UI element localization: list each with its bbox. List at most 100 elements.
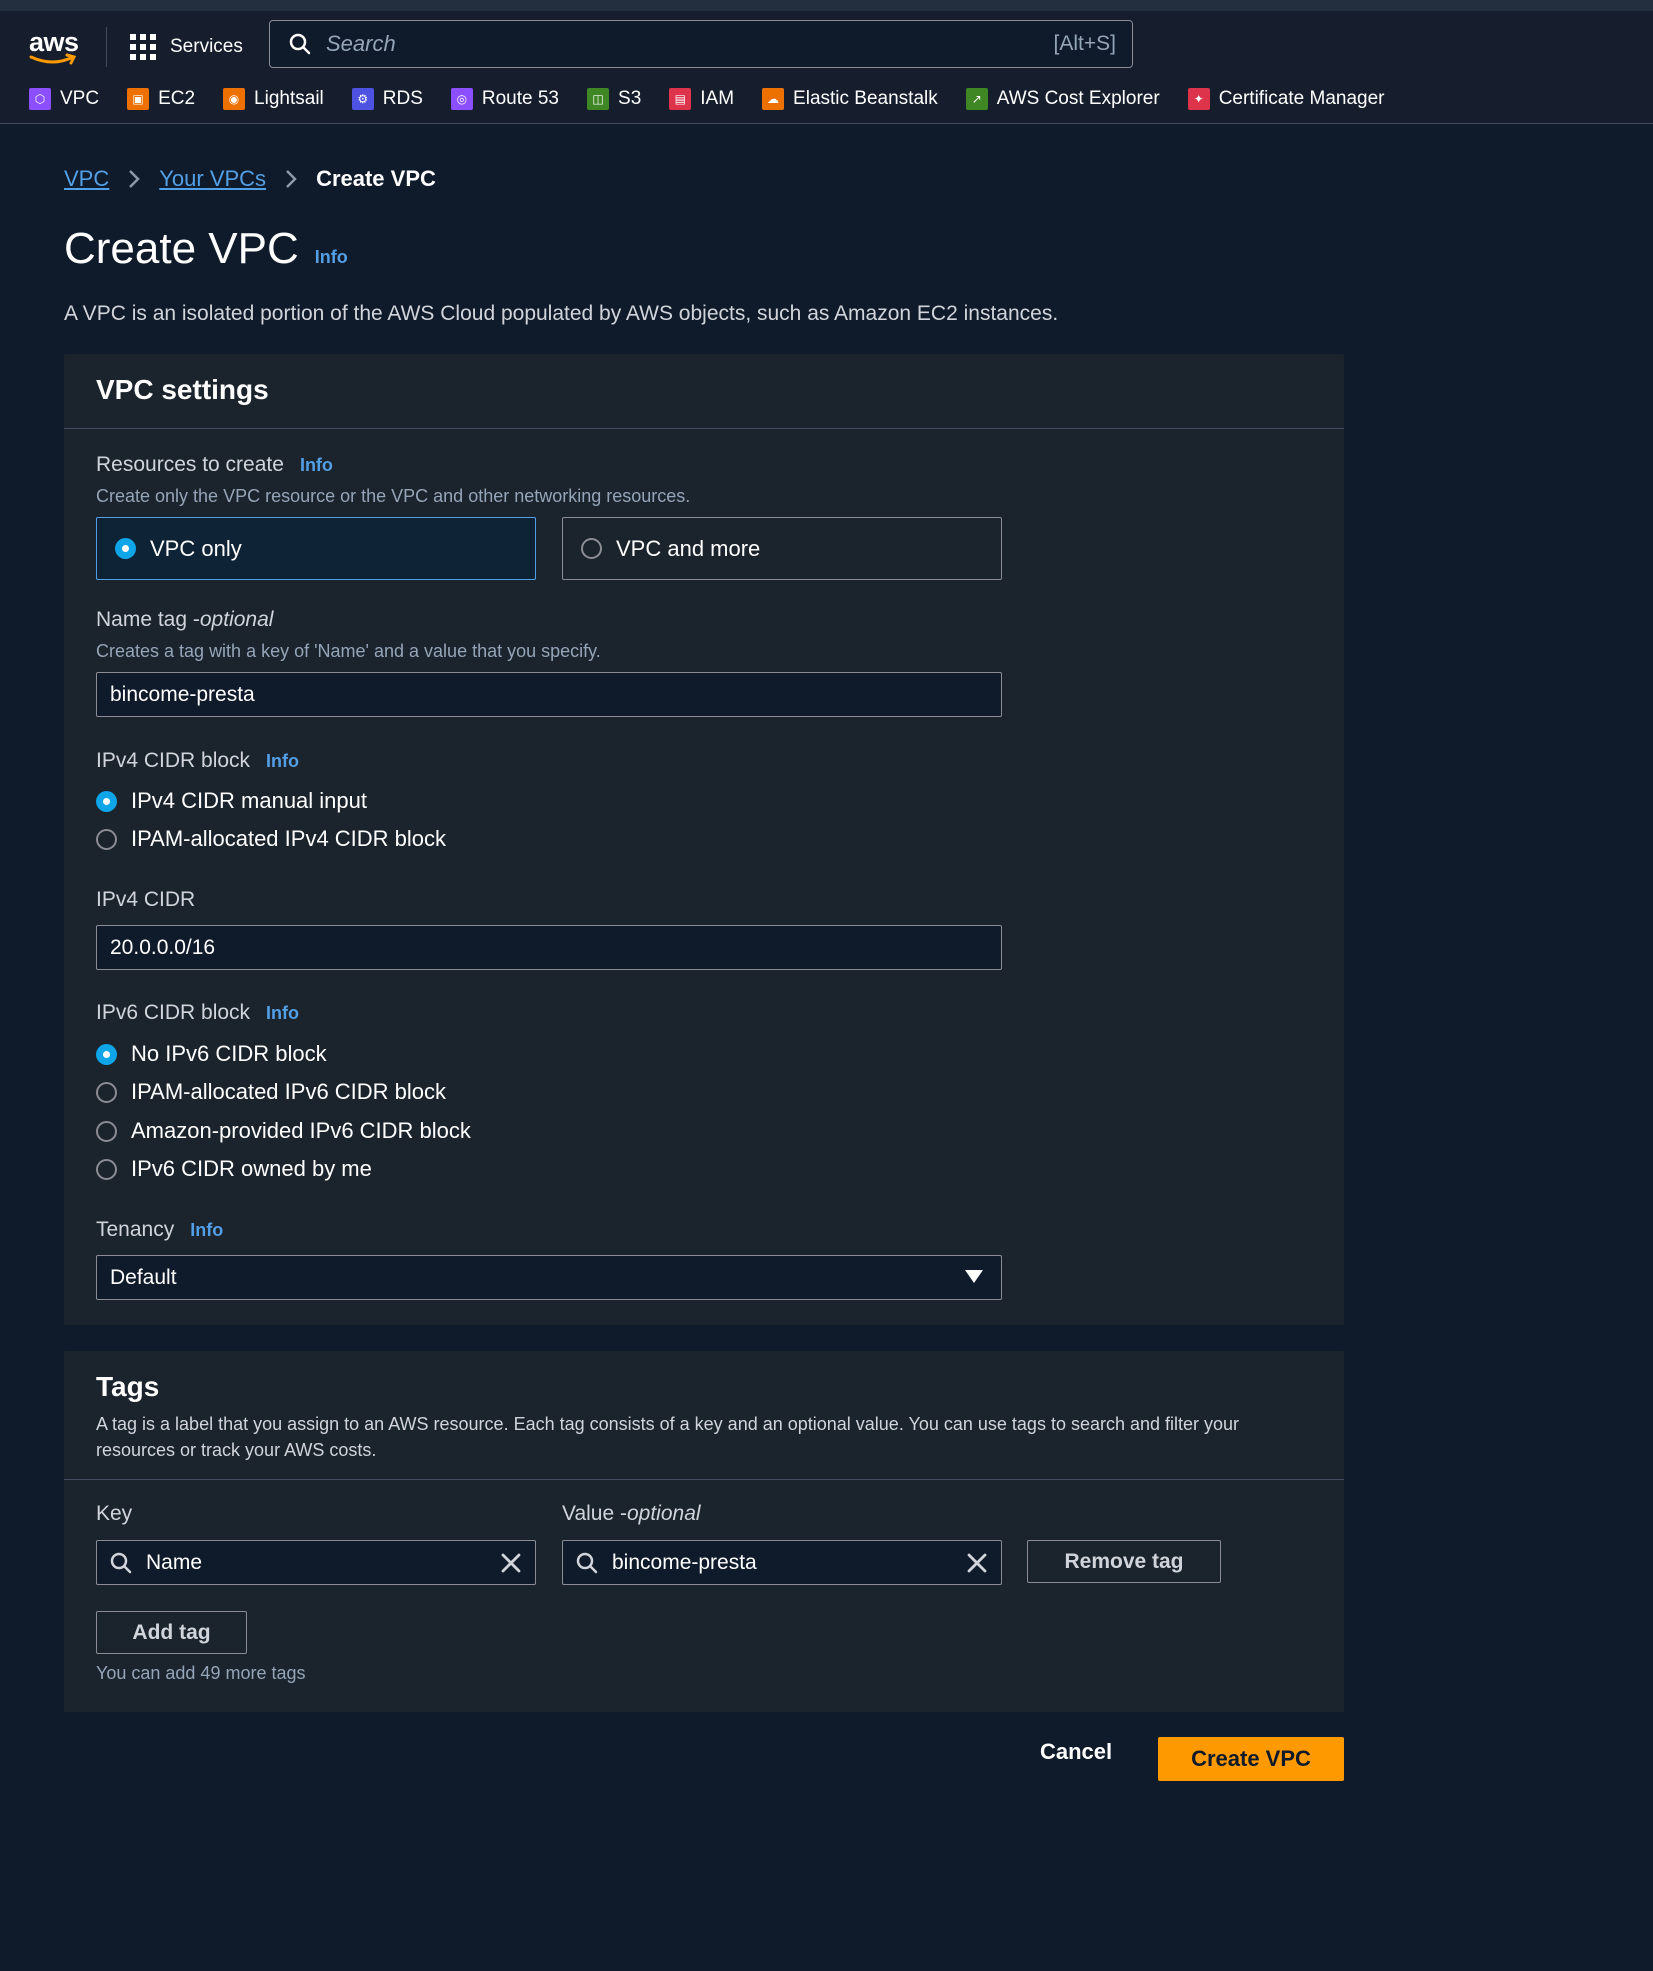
chevron-right-icon xyxy=(129,170,141,188)
ec2-icon: ▣ xyxy=(127,88,150,110)
s3-icon: ◫ xyxy=(587,88,610,110)
radio-selected-icon xyxy=(96,790,117,812)
create-vpc-button[interactable]: Create VPC xyxy=(1158,1737,1344,1781)
route53-icon: ◎ xyxy=(450,88,473,110)
aws-console-header: aws Services Search [Alt+S] ⬡ VPC ▣ EC2 ◉ L… xyxy=(0,11,1653,124)
tag-key-input[interactable]: Name xyxy=(96,1540,536,1585)
ipv6-block-info-link[interactable]: Info xyxy=(266,1003,299,1024)
ipv6-option-owned-by-me[interactable]: IPv6 CIDR owned by me xyxy=(96,1156,372,1182)
name-tag-description: Creates a tag with a key of 'Name' and a… xyxy=(96,641,601,661)
breadcrumb-vpc-link[interactable]: VPC xyxy=(64,166,109,192)
ipv4-option-ipam[interactable]: IPAM-allocated IPv4 CIDR block xyxy=(96,826,446,852)
name-tag-label: Name tag - optional xyxy=(96,608,274,631)
tags-header: Tags A tag is a label that you assign to… xyxy=(64,1351,1344,1480)
radio-selected-icon xyxy=(115,538,136,559)
ipv4-block-info-link[interactable]: Info xyxy=(266,751,299,772)
favorite-certificate-manager[interactable]: ✦ Certificate Manager xyxy=(1187,88,1384,110)
ipv6-option-none[interactable]: No IPv6 CIDR block xyxy=(96,1041,327,1067)
ipv4-cidr-value: 20.0.0.0/16 xyxy=(110,935,216,959)
tag-value-label: Value - optional xyxy=(562,1502,701,1525)
radio-unselected-icon xyxy=(96,828,117,850)
vpc-settings-header: VPC settings xyxy=(64,354,1344,429)
add-tag-button[interactable]: Add tag xyxy=(96,1611,247,1654)
tenancy-value: Default xyxy=(110,1265,177,1289)
ipv4-block-label: IPv4 CIDR block Info xyxy=(96,749,300,772)
certificate-manager-icon: ✦ xyxy=(1187,88,1210,110)
chevron-right-icon xyxy=(286,170,297,188)
favorite-elastic-beanstalk[interactable]: ☁ Elastic Beanstalk xyxy=(762,88,938,110)
clear-key-icon[interactable] xyxy=(499,1551,523,1575)
vpc-settings-title: VPC settings xyxy=(96,374,269,405)
radio-unselected-icon xyxy=(96,1081,117,1103)
breadcrumb: VPC Your VPCs Create VPC xyxy=(64,166,436,192)
resources-label: Resources to create Info xyxy=(96,453,333,476)
resource-option-vpc-only[interactable]: VPC only xyxy=(96,517,536,580)
favorite-ec2[interactable]: ▣ EC2 xyxy=(127,88,195,110)
favorite-iam[interactable]: ▤ IAM xyxy=(669,88,734,110)
ipv4-cidr-label: IPv4 CIDR xyxy=(96,888,196,911)
search-input[interactable]: Search [Alt+S] xyxy=(269,20,1133,68)
favorite-rds[interactable]: ⚙ RDS xyxy=(351,88,423,110)
clear-value-icon[interactable] xyxy=(965,1551,989,1575)
caret-down-icon xyxy=(965,1270,983,1283)
services-menu-button[interactable]: Services xyxy=(130,29,243,65)
iam-icon: ▤ xyxy=(669,88,692,110)
ipv6-block-label: IPv6 CIDR block Info xyxy=(96,1001,300,1024)
tags-description: A tag is a label that you assign to an A… xyxy=(96,1414,1240,1460)
breadcrumb-current: Create VPC xyxy=(316,166,436,191)
cancel-button[interactable]: Cancel xyxy=(1040,1739,1112,1765)
aws-logo[interactable]: aws xyxy=(29,27,79,67)
resource-option-vpc-and-more[interactable]: VPC and more xyxy=(562,517,1002,580)
favorite-cost-explorer[interactable]: ↗ AWS Cost Explorer xyxy=(965,88,1160,110)
window-top-strip xyxy=(0,0,1653,11)
page-description: A VPC is an isolated portion of the AWS … xyxy=(64,302,1059,325)
search-shortcut: [Alt+S] xyxy=(1053,32,1116,55)
vpc-settings-panel: VPC settings Resources to create Info Cr… xyxy=(64,354,1344,1325)
tag-value-input[interactable]: bincome-presta xyxy=(562,1540,1002,1585)
lightsail-icon: ◉ xyxy=(223,88,246,110)
vpc-icon: ⬡ xyxy=(29,88,51,110)
aws-smile-icon xyxy=(29,53,77,65)
remove-tag-button[interactable]: Remove tag xyxy=(1027,1540,1221,1583)
ipv4-option-manual[interactable]: IPv4 CIDR manual input xyxy=(96,788,367,814)
radio-selected-icon xyxy=(96,1043,117,1065)
search-placeholder: Search xyxy=(326,31,396,56)
radio-unselected-icon xyxy=(96,1158,117,1180)
search-icon xyxy=(110,1552,132,1573)
tags-panel: Tags A tag is a label that you assign to… xyxy=(64,1351,1344,1712)
cost-explorer-icon: ↗ xyxy=(965,88,988,110)
page-header: Create VPC Info xyxy=(64,224,348,274)
nav-divider xyxy=(106,27,107,67)
favorite-vpc[interactable]: ⬡ VPC xyxy=(29,88,99,110)
tenancy-label: Tenancy Info xyxy=(96,1218,224,1241)
services-label: Services xyxy=(170,36,243,57)
breadcrumb-your-vpcs-link[interactable]: Your VPCs xyxy=(159,166,266,192)
search-icon xyxy=(576,1552,598,1573)
tag-key-value: Name xyxy=(146,1550,203,1574)
favorite-lightsail[interactable]: ◉ Lightsail xyxy=(223,88,324,110)
page-title: Create VPC xyxy=(64,224,299,273)
tags-remaining-hint: You can add 49 more tags xyxy=(96,1663,306,1683)
search-icon xyxy=(289,33,311,55)
ipv6-option-amazon-provided[interactable]: Amazon-provided IPv6 CIDR block xyxy=(96,1118,471,1144)
favorite-s3[interactable]: ◫ S3 xyxy=(587,88,641,110)
resources-info-link[interactable]: Info xyxy=(300,455,333,476)
ipv6-option-ipam[interactable]: IPAM-allocated IPv6 CIDR block xyxy=(96,1079,446,1105)
rds-icon: ⚙ xyxy=(351,88,374,110)
favorite-route-53[interactable]: ◎ Route 53 xyxy=(450,88,559,110)
tag-value-value: bincome-presta xyxy=(612,1550,757,1574)
radio-unselected-icon xyxy=(581,538,602,559)
resources-description: Create only the VPC resource or the VPC … xyxy=(96,486,691,506)
tags-title: Tags xyxy=(96,1371,160,1402)
tenancy-select[interactable]: Default xyxy=(96,1255,1002,1300)
ipv4-cidr-input[interactable]: 20.0.0.0/16 xyxy=(96,925,1002,970)
tenancy-info-link[interactable]: Info xyxy=(190,1220,223,1241)
name-tag-value: bincome-presta xyxy=(110,682,255,706)
page-info-link[interactable]: Info xyxy=(315,247,348,268)
services-grid-icon xyxy=(130,34,156,60)
name-tag-input[interactable]: bincome-presta xyxy=(96,672,1002,717)
tag-key-label: Key xyxy=(96,1502,133,1525)
radio-unselected-icon xyxy=(96,1120,117,1142)
favorites-bar: ⬡ VPC ▣ EC2 ◉ Lightsail ⚙ RDS ◎ Route 53 ◫ S3 … xyxy=(29,84,1412,114)
elastic-beanstalk-icon: ☁ xyxy=(762,88,785,110)
